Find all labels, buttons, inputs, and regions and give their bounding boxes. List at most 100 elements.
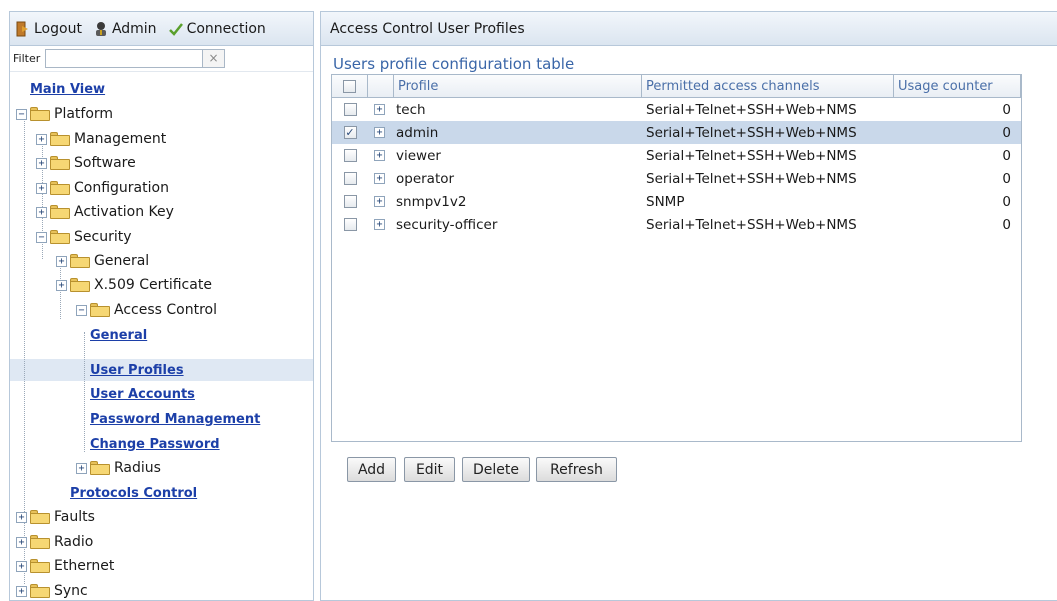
folder-icon (50, 156, 70, 170)
permitted-cell: SNMP (646, 193, 685, 210)
tree-item-password-management[interactable]: Password Management (90, 408, 260, 430)
panel-title: Access Control User Profiles (321, 12, 1057, 46)
folder-open-icon (30, 107, 50, 121)
expand-icon[interactable]: + (36, 133, 47, 145)
expand-icon[interactable]: + (16, 560, 27, 572)
filter-label: Filter (13, 52, 41, 65)
row-checkbox[interactable] (343, 195, 357, 208)
tree-item-user-profiles[interactable]: User Profiles (90, 359, 184, 381)
collapse-icon[interactable]: − (76, 304, 87, 316)
delete-button[interactable]: Delete (462, 457, 530, 482)
filter-clear-button[interactable]: × (203, 49, 225, 68)
usage-cell: 0 (1002, 216, 1011, 233)
expand-icon[interactable]: + (56, 279, 67, 291)
folder-icon (70, 278, 90, 292)
tree-item-radius[interactable]: + Radius (76, 457, 161, 479)
collapse-icon[interactable]: − (16, 108, 27, 120)
tree-item-access-control[interactable]: − Access Control (76, 299, 217, 321)
select-all-checkbox[interactable] (343, 79, 356, 93)
expand-icon[interactable]: + (16, 511, 27, 523)
column-header-usage[interactable]: Usage counter (894, 75, 1021, 97)
row-checkbox[interactable] (343, 149, 357, 162)
expand-icon[interactable]: + (374, 150, 385, 161)
tree-item-sync[interactable]: + Sync (16, 580, 88, 601)
admin-link[interactable]: Admin (94, 21, 157, 37)
table-row-selected[interactable]: ✓ + admin Serial+Telnet+SSH+Web+NMS 0 (332, 121, 1021, 144)
edit-button[interactable]: Edit (404, 457, 455, 482)
folder-icon (30, 584, 50, 598)
expand-icon[interactable]: + (374, 196, 385, 207)
permitted-cell: Serial+Telnet+SSH+Web+NMS (646, 101, 857, 118)
refresh-button[interactable]: Refresh (536, 457, 617, 482)
collapse-icon[interactable]: − (36, 231, 47, 243)
navigation-tree: Main View − Platform + Management + Soft… (10, 74, 313, 600)
tree-item-user-accounts[interactable]: User Accounts (90, 383, 195, 405)
table-header: Profile Permitted access channels Usage … (332, 75, 1021, 98)
row-checkbox[interactable] (343, 103, 357, 116)
table-row[interactable]: + security-officer Serial+Telnet+SSH+Web… (332, 213, 1021, 236)
table-row[interactable]: + operator Serial+Telnet+SSH+Web+NMS 0 (332, 167, 1021, 190)
expand-icon[interactable]: + (374, 104, 385, 115)
tree-item-security-general[interactable]: + General (56, 250, 149, 272)
tree-item-platform[interactable]: − Platform (16, 103, 113, 125)
usage-cell: 0 (1002, 147, 1011, 164)
tree-item-faults[interactable]: + Faults (16, 506, 95, 528)
expand-icon[interactable]: + (374, 173, 385, 184)
usage-cell: 0 (1002, 193, 1011, 210)
expand-icon[interactable]: + (374, 127, 385, 138)
tree-item-ac-general[interactable]: General (90, 324, 147, 346)
expand-icon[interactable]: + (16, 536, 27, 548)
folder-icon (90, 461, 110, 475)
navigation-panel: Logout Admin Connection Filter × Main Vi… (9, 11, 314, 601)
profile-cell: snmpv1v2 (396, 193, 467, 210)
folder-icon (50, 181, 70, 195)
filter-row: Filter × (10, 46, 313, 72)
table-row[interactable]: + tech Serial+Telnet+SSH+Web+NMS 0 (332, 98, 1021, 121)
folder-open-icon (90, 303, 110, 317)
expand-icon[interactable]: + (36, 182, 47, 194)
add-button[interactable]: Add (347, 457, 396, 482)
column-header-profile[interactable]: Profile (394, 75, 642, 97)
table-title: Users profile configuration table (333, 55, 575, 73)
tree-item-main-view[interactable]: Main View (30, 78, 105, 100)
tree-item-change-password[interactable]: Change Password (90, 433, 220, 455)
connection-link[interactable]: Connection (168, 21, 266, 37)
expand-icon[interactable]: + (374, 219, 385, 230)
tree-item-security[interactable]: − Security (36, 226, 132, 248)
profile-cell: viewer (396, 147, 441, 164)
permitted-cell: Serial+Telnet+SSH+Web+NMS (646, 216, 857, 233)
logout-link[interactable]: Logout (16, 21, 82, 37)
usage-cell: 0 (1002, 170, 1011, 187)
filter-input[interactable] (45, 49, 203, 68)
tree-item-x509-certificate[interactable]: + X.509 Certificate (56, 274, 212, 296)
content-panel: Access Control User Profiles Users profi… (320, 11, 1057, 601)
profile-cell: security-officer (396, 216, 498, 233)
column-header-permitted[interactable]: Permitted access channels (642, 75, 894, 97)
folder-icon (50, 132, 70, 146)
tree-item-radio[interactable]: + Radio (16, 531, 93, 553)
row-checkbox[interactable] (343, 172, 357, 185)
expand-icon[interactable]: + (76, 462, 87, 474)
table-row[interactable]: + viewer Serial+Telnet+SSH+Web+NMS 0 (332, 144, 1021, 167)
tree-item-software[interactable]: + Software (36, 152, 136, 174)
tree-item-configuration[interactable]: + Configuration (36, 177, 169, 199)
row-checkbox[interactable] (343, 218, 357, 231)
expand-column-header (368, 75, 394, 97)
tree-item-protocols-control[interactable]: Protocols Control (70, 482, 197, 504)
row-checkbox-checked[interactable]: ✓ (343, 126, 357, 139)
folder-icon (50, 205, 70, 219)
expand-icon[interactable]: + (16, 585, 27, 597)
expand-icon[interactable]: + (36, 157, 47, 169)
checkmark-icon (168, 22, 183, 36)
user-icon (95, 21, 106, 36)
tree-item-management[interactable]: + Management (36, 128, 166, 150)
expand-icon[interactable]: + (56, 255, 67, 267)
permitted-cell: Serial+Telnet+SSH+Web+NMS (646, 147, 857, 164)
usage-cell: 0 (1002, 124, 1011, 141)
tree-item-ethernet[interactable]: + Ethernet (16, 555, 114, 577)
table-row[interactable]: + snmpv1v2 SNMP 0 (332, 190, 1021, 213)
folder-icon (30, 510, 50, 524)
tree-item-activation-key[interactable]: + Activation Key (36, 201, 174, 223)
expand-icon[interactable]: + (36, 206, 47, 218)
select-all-cell (332, 75, 368, 97)
